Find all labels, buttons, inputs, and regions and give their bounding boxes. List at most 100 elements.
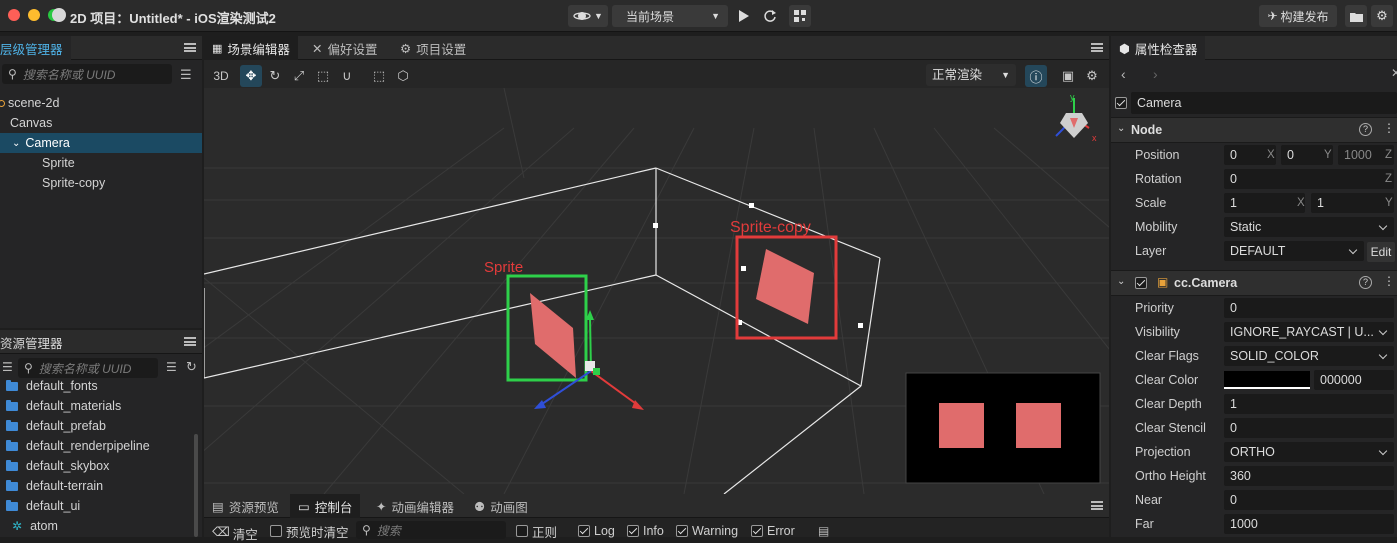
clear-flags-select[interactable]: SOLID_COLOR (1224, 346, 1394, 366)
projection-select[interactable]: ORTHO (1224, 442, 1394, 462)
edit-layer-button[interactable]: Edit (1367, 242, 1395, 262)
scene-select[interactable]: 当前场景 ▼ (612, 5, 728, 27)
checkbox[interactable] (627, 525, 639, 537)
tree-item-canvas[interactable]: Canvas (0, 113, 202, 133)
scale-y-input[interactable]: 1 (1311, 193, 1394, 213)
near-input[interactable]: 0 (1224, 490, 1394, 510)
snap-button[interactable]: ⬚ (368, 65, 390, 87)
close-window-button[interactable] (8, 9, 20, 21)
clear-depth-input[interactable]: 1 (1224, 394, 1394, 414)
far-input[interactable]: 1000 (1224, 514, 1394, 534)
clear-on-preview-checkbox[interactable]: 预览时清空 (270, 524, 349, 540)
regex-checkbox[interactable]: 正则 (516, 524, 557, 540)
tab-console[interactable]: ▭ 控制台 (290, 494, 361, 518)
log-checkbox[interactable]: Log (578, 524, 615, 538)
priority-input[interactable]: 0 (1224, 298, 1394, 318)
handle[interactable] (858, 323, 863, 328)
tab-assets-preview[interactable]: ▤ 资源预览 (204, 494, 287, 518)
play-button[interactable] (733, 5, 755, 27)
asset-folder[interactable]: default_prefab (0, 416, 194, 436)
checkbox[interactable] (578, 525, 590, 537)
assets-menu-icon[interactable] (184, 337, 196, 346)
warning-checkbox[interactable]: Warning (676, 524, 738, 538)
tab-inspector[interactable]: ⬢ 属性检查器 (1111, 36, 1206, 60)
tree-item-scene[interactable]: scene-2d (0, 93, 202, 113)
handle[interactable] (653, 223, 658, 228)
asset-folder[interactable]: default_skybox (0, 456, 194, 476)
camera-section-header[interactable]: ⌄ ▣ cc.Camera ? ⋮ (1111, 270, 1397, 296)
clear-stencil-input[interactable]: 0 (1224, 418, 1394, 438)
tree-item-camera[interactable]: ⌄ Camera (0, 133, 202, 153)
document-icon[interactable]: ▤ (818, 524, 829, 538)
hierarchy-menu-icon[interactable] (184, 43, 196, 52)
asset-atom[interactable]: ✲ atom (0, 516, 194, 536)
light-toggle[interactable]: ⓘ (1025, 65, 1047, 87)
mode-3d-button[interactable]: 3D (208, 65, 234, 87)
camera-button[interactable]: ▣ (1057, 65, 1079, 87)
scale-tool-button[interactable]: ⤢ (288, 65, 310, 87)
tab-scene-editor[interactable]: ▦ 场景编辑器 (204, 36, 298, 60)
sort-icon[interactable]: ☰ (166, 360, 177, 374)
platform-select[interactable]: ▼ (568, 5, 608, 27)
scene-settings-button[interactable]: ⚙ (1081, 65, 1103, 87)
help-icon[interactable]: ? (1359, 276, 1372, 289)
refresh-button[interactable] (759, 5, 781, 27)
transform-tool-button[interactable]: ∪ (336, 65, 358, 87)
tab-animation-editor[interactable]: ✦ 动画编辑器 (368, 494, 462, 518)
node-active-checkbox[interactable] (1115, 97, 1127, 109)
clear-button[interactable]: ⌫ 清空 (212, 524, 258, 543)
layer-select[interactable]: DEFAULT (1224, 241, 1364, 261)
handle[interactable] (749, 203, 754, 208)
error-checkbox[interactable]: Error (751, 524, 795, 538)
clear-color-hex-input[interactable]: 000000 (1314, 370, 1394, 390)
move-tool-button[interactable]: ✥ (240, 65, 262, 87)
scene-menu-icon[interactable] (1091, 43, 1103, 52)
scale-x-input[interactable]: 1 (1224, 193, 1305, 213)
tab-preferences[interactable]: ✕ 偏好设置 (304, 36, 386, 60)
asset-folder[interactable]: default-terrain (0, 476, 194, 496)
console-search-input[interactable]: ⚲ 搜索 (356, 521, 506, 539)
tree-item-sprite[interactable]: Sprite (0, 153, 202, 173)
qrcode-button[interactable] (789, 5, 811, 27)
asset-folder[interactable]: default_materials (0, 396, 194, 416)
node-section-header[interactable]: ⌄ Node ? ⋮ (1111, 117, 1397, 143)
cube-button[interactable]: ⬡ (392, 65, 414, 87)
tab-project-settings[interactable]: ⚙ 项目设置 (392, 36, 474, 60)
settings-button[interactable]: ⚙ (1371, 5, 1393, 27)
assets-scrollbar[interactable] (194, 434, 198, 537)
tab-assets[interactable]: 资源管理器 (0, 330, 71, 354)
mobility-select[interactable]: Static (1224, 217, 1394, 237)
collapse-icon[interactable]: ☰ (2, 360, 13, 374)
assets-search-input[interactable]: ⚲ 搜索名称或 UUID (18, 358, 158, 378)
tab-hierarchy[interactable]: 层级管理器 (0, 36, 71, 60)
checkbox[interactable] (516, 525, 528, 537)
node-name-input[interactable]: Camera (1131, 92, 1397, 114)
clear-color-swatch[interactable] (1224, 371, 1310, 389)
checkbox[interactable] (676, 525, 688, 537)
sort-icon[interactable]: ☰ (180, 67, 192, 83)
help-icon[interactable]: ? (1359, 123, 1372, 136)
close-icon[interactable]: ✕ (1391, 66, 1397, 80)
checkbox[interactable] (751, 525, 763, 537)
ortho-height-input[interactable]: 360 (1224, 466, 1394, 486)
back-icon[interactable]: ‹ (1121, 66, 1126, 82)
open-folder-button[interactable] (1345, 5, 1367, 27)
visibility-select[interactable]: IGNORE_RAYCAST | U... (1224, 322, 1394, 342)
scene-viewport[interactable]: Sprite Sprite-copy y x (204, 88, 1109, 494)
component-enabled-checkbox[interactable] (1135, 277, 1147, 289)
tree-item-sprite-copy[interactable]: Sprite-copy (0, 173, 202, 193)
rect-tool-button[interactable]: ⬚ (312, 65, 334, 87)
asset-folder[interactable]: default_fonts (0, 378, 194, 396)
asset-folder[interactable]: default_ui (0, 496, 194, 516)
asset-folder[interactable]: default_renderpipeline (0, 436, 194, 456)
checkbox[interactable] (270, 525, 282, 537)
hierarchy-search-input[interactable]: ⚲ 搜索名称或 UUID (2, 64, 172, 84)
info-checkbox[interactable]: Info (627, 524, 664, 538)
render-mode-select[interactable]: 正常渲染 ▼ (926, 64, 1016, 86)
build-button[interactable]: ✈ 构建发布 (1259, 5, 1337, 27)
forward-icon[interactable]: › (1153, 66, 1158, 82)
more-icon[interactable]: ⋮ (1383, 274, 1395, 288)
more-icon[interactable]: ⋮ (1383, 121, 1395, 135)
console-menu-icon[interactable] (1091, 501, 1103, 510)
tab-animation-graph[interactable]: ⚉ 动画图 (466, 494, 536, 518)
